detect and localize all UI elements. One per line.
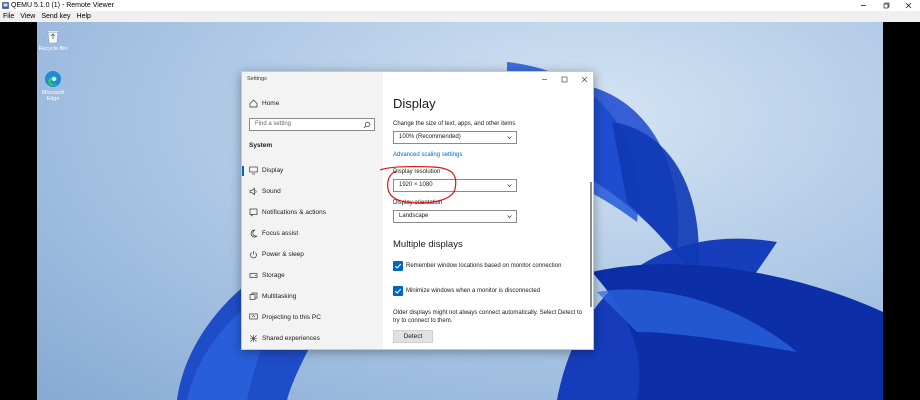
scale-value: 100% (Recommended) <box>399 134 461 140</box>
projecting-icon <box>249 313 258 320</box>
viewer-menubar: File View Send key Help <box>0 11 920 22</box>
desktop-icon-label: Microsoft Edge <box>41 90 65 102</box>
red-circle-annotation <box>379 166 457 204</box>
nav-multitasking[interactable]: Multitasking <box>242 289 383 305</box>
orientation-dropdown[interactable]: Landscape <box>393 210 517 223</box>
desktop-icon-edge[interactable]: Microsoft Edge <box>38 70 68 102</box>
nav-sound[interactable]: Sound <box>242 184 383 200</box>
nav-shared-experiences-label: Shared experiences <box>262 335 320 342</box>
nav-notifications[interactable]: Notifications & actions <box>242 205 383 221</box>
close-button[interactable] <box>898 0 918 11</box>
nav-home[interactable]: Home <box>242 96 383 112</box>
nav-focus-assist-label: Focus assist <box>262 230 299 237</box>
scale-label: Change the size of text, apps, and other… <box>393 121 516 127</box>
settings-window: Settings Home Find a setting System Disp… <box>241 71 594 350</box>
nav-power-sleep-label: Power & sleep <box>262 251 304 258</box>
monitor-icon <box>249 166 258 175</box>
nav-notifications-label: Notifications & actions <box>262 209 326 216</box>
checkmark-icon <box>394 288 402 294</box>
minimize-icon <box>541 78 547 80</box>
search-icon <box>363 121 371 129</box>
viewer-titlebar: QEMU 5.1.0 (1) - Remote Viewer <box>0 0 920 11</box>
menu-file[interactable]: File <box>3 13 14 20</box>
speaker-icon <box>249 187 257 196</box>
settings-minimize-button[interactable] <box>535 74 553 84</box>
page-title: Display <box>393 96 436 111</box>
checkmark-icon <box>394 263 402 269</box>
settings-sidebar: Settings Home Find a setting System Disp… <box>242 72 383 349</box>
multitasking-icon <box>249 292 258 300</box>
minimize-icon <box>860 5 866 6</box>
nav-storage[interactable]: Storage <box>242 268 383 284</box>
notification-icon <box>249 208 258 217</box>
nav-display-label: Display <box>262 167 284 174</box>
settings-content: Display Change the size of text, apps, a… <box>383 72 593 349</box>
nav-multitasking-label: Multitasking <box>262 293 297 300</box>
minimize-windows-checkbox[interactable] <box>393 286 403 296</box>
nav-shared-experiences[interactable]: Shared experiences <box>242 331 383 347</box>
restore-icon <box>883 2 889 9</box>
maximize-icon <box>561 76 567 82</box>
minimize-windows-label: Minimize windows when a monitor is disco… <box>406 288 541 294</box>
settings-close-button[interactable] <box>575 74 593 84</box>
orientation-value: Landscape <box>399 213 429 219</box>
menu-help[interactable]: Help <box>77 13 91 20</box>
close-icon <box>581 76 587 82</box>
home-icon <box>249 99 258 108</box>
scale-dropdown[interactable]: 100% (Recommended) <box>393 131 517 144</box>
nav-projecting[interactable]: Projecting to this PC <box>242 310 383 326</box>
menu-send-key[interactable]: Send key <box>41 13 70 20</box>
nav-home-label: Home <box>262 100 280 107</box>
advanced-scaling-link[interactable]: Advanced scaling settings <box>393 152 462 158</box>
power-icon <box>250 251 257 259</box>
chevron-down-icon <box>507 215 512 218</box>
detect-button[interactable]: Detect <box>393 330 433 343</box>
recycle-bin-icon <box>46 30 60 44</box>
qemu-icon <box>2 2 9 9</box>
active-indicator <box>242 166 244 176</box>
settings-search-box[interactable]: Find a setting <box>249 118 375 131</box>
nav-sound-label: Sound <box>262 188 281 195</box>
close-icon <box>905 2 911 9</box>
storage-icon <box>249 273 258 278</box>
shared-experiences-icon <box>250 335 257 342</box>
desktop-icon-label: Recycle Bin <box>38 46 68 52</box>
viewer-title: QEMU 5.1.0 (1) - Remote Viewer <box>11 2 114 9</box>
multiple-displays-heading: Multiple displays <box>393 239 463 250</box>
restore-button[interactable] <box>876 0 896 11</box>
nav-projecting-label: Projecting to this PC <box>262 314 321 321</box>
nav-focus-assist[interactable]: Focus assist <box>242 226 383 242</box>
edge-icon <box>45 71 61 87</box>
menu-view[interactable]: View <box>20 13 35 20</box>
content-scrollbar[interactable] <box>590 182 592 307</box>
detect-note: Older displays might not always connect … <box>393 310 582 324</box>
chevron-down-icon <box>507 184 512 187</box>
moon-icon <box>250 229 258 238</box>
chevron-down-icon <box>507 136 512 139</box>
sidebar-section-title: System <box>249 142 273 149</box>
settings-maximize-button[interactable] <box>555 74 573 84</box>
remember-locations-checkbox[interactable] <box>393 261 403 271</box>
settings-search-placeholder: Find a setting <box>255 121 292 127</box>
remote-viewer-app: QEMU 5.1.0 (1) - Remote Viewer File View… <box>0 0 920 400</box>
nav-power-sleep[interactable]: Power & sleep <box>242 247 383 263</box>
settings-window-title: Settings <box>247 76 267 82</box>
remember-locations-label: Remember window locations based on monit… <box>406 263 562 269</box>
nav-display[interactable]: Display <box>242 163 383 179</box>
minimize-button[interactable] <box>853 0 873 11</box>
desktop-icon-recycle-bin[interactable]: Recycle Bin <box>38 28 68 52</box>
nav-storage-label: Storage <box>262 272 285 279</box>
